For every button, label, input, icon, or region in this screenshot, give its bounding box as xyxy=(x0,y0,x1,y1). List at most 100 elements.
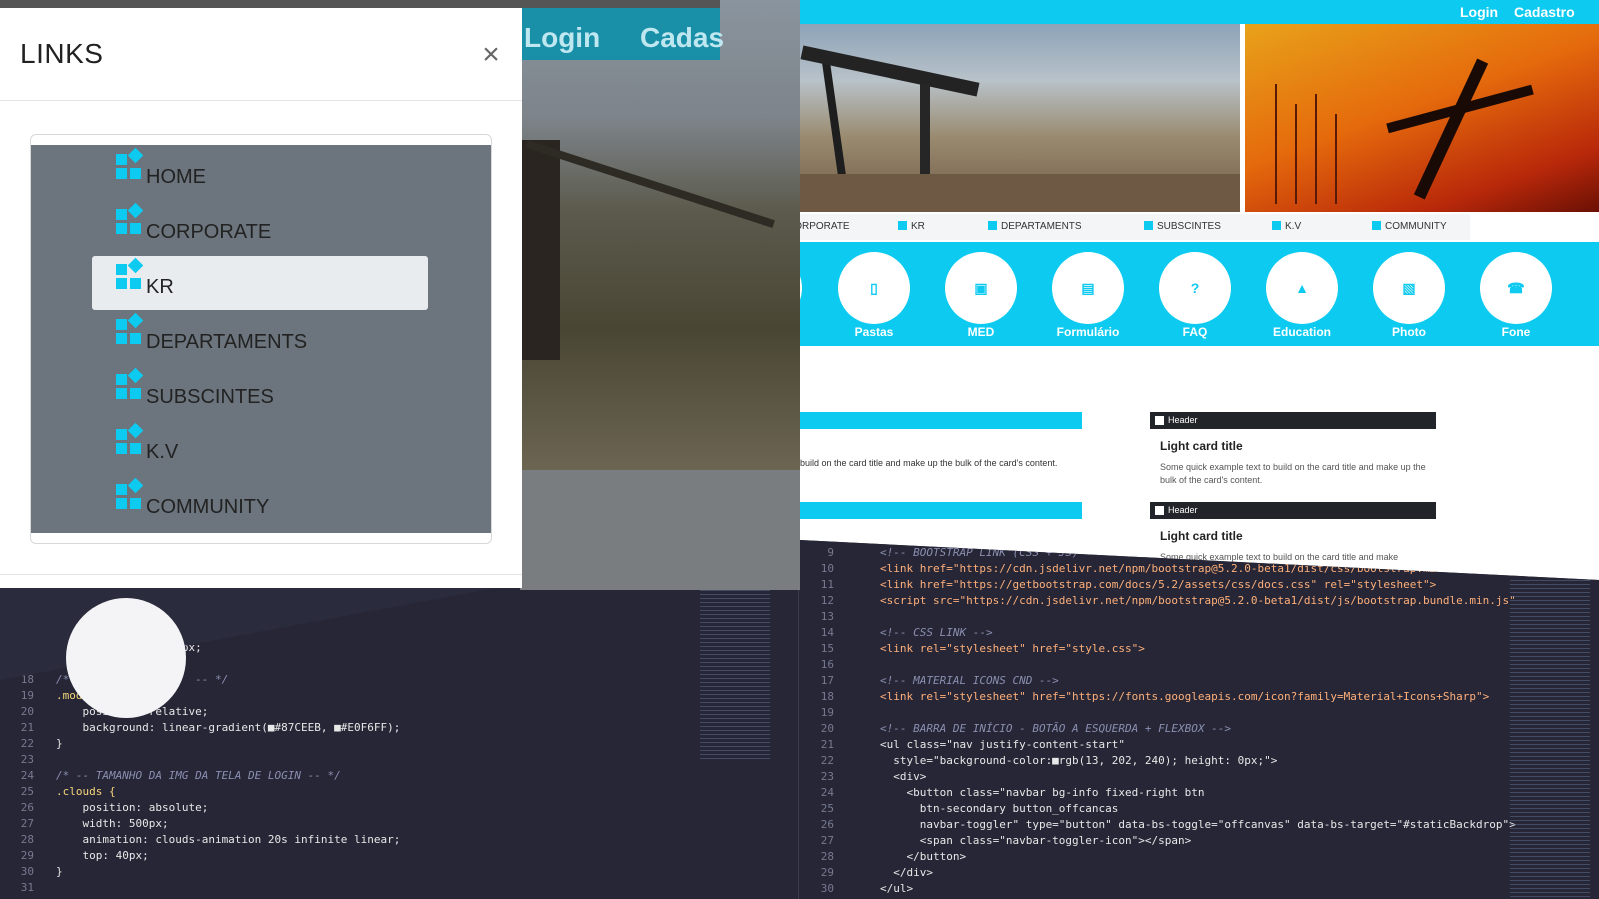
window-top-strip xyxy=(0,0,720,8)
line-number: 17 xyxy=(820,674,834,687)
menu-item-label: CORPORATE xyxy=(146,221,272,243)
code-line[interactable]: <!-- CSS LINK --> xyxy=(880,626,993,639)
card-header-bar xyxy=(790,412,1082,429)
menu-item-label: COMMUNITY xyxy=(146,496,270,518)
shortcut-button-education[interactable]: ▲ xyxy=(1266,252,1338,324)
menu-item-k-v[interactable]: K.V xyxy=(92,421,428,475)
code-line[interactable]: <link rel="stylesheet" href="style.css"> xyxy=(880,642,1145,655)
code-line[interactable]: <link href="https://getbootstrap.com/doc… xyxy=(880,578,1436,591)
menu-item-departaments[interactable]: DEPARTAMENTS xyxy=(92,311,428,365)
code-line[interactable]: </div> xyxy=(880,866,933,879)
card-header-bar xyxy=(790,502,1082,519)
menu-item-kr[interactable]: KR xyxy=(92,256,428,310)
line-number: 11 xyxy=(820,578,834,591)
code-line[interactable]: width: 500px; xyxy=(56,817,168,830)
code-line[interactable]: <button class="navbar bg-info fixed-righ… xyxy=(880,786,1204,799)
line-number: 17 xyxy=(20,657,34,670)
offcanvas-panel: LINKS × HOME CORPORATE KR DEPARTAMENTS SUBSC… xyxy=(0,8,522,588)
shortcut-label: Fone xyxy=(1501,325,1531,339)
code-line[interactable]: style="background-color:■rgb(13, 202, 24… xyxy=(880,754,1277,767)
site-nav-community[interactable]: COMMUNITY xyxy=(1372,221,1447,232)
widgets-icon xyxy=(1272,221,1281,230)
code-line[interactable]: } xyxy=(56,865,63,878)
code-line[interactable]: </button> xyxy=(880,850,966,863)
line-number: 24 xyxy=(20,769,34,782)
offcanvas-title: LINKS xyxy=(20,38,104,69)
site-cadastro-link[interactable]: Cadastro xyxy=(1514,4,1575,20)
card-header: Header xyxy=(1168,505,1198,515)
line-number: 24 xyxy=(820,786,834,799)
widgets-icon xyxy=(116,147,144,180)
line-number: 12 xyxy=(820,594,834,607)
widgets-icon xyxy=(1372,221,1381,230)
shortcut-button-faq[interactable]: ? xyxy=(1159,252,1231,324)
menu-item-home[interactable]: HOME xyxy=(92,146,428,200)
code-line[interactable]: .clouds { xyxy=(56,785,116,798)
menu-item-community[interactable]: COMMUNITY xyxy=(92,476,428,530)
line-number: 28 xyxy=(20,833,34,846)
shortcut-button-fone[interactable]: ☎ xyxy=(1480,252,1552,324)
line-number: 21 xyxy=(820,738,834,751)
code-line[interactable]: <link rel="stylesheet" href="https://fon… xyxy=(880,690,1489,703)
menu-item-corporate[interactable]: CORPORATE xyxy=(92,201,428,255)
line-number: 28 xyxy=(820,850,834,863)
editor-split-divider[interactable] xyxy=(798,540,799,899)
widgets-icon xyxy=(116,312,144,345)
widgets-icon xyxy=(898,221,907,230)
background-login-link: Login xyxy=(524,22,601,53)
widgets-icon xyxy=(1144,221,1153,230)
code-line[interactable]: <script src="https://cdn.jsdelivr.net/np… xyxy=(880,594,1516,607)
shortcut-label: Education xyxy=(1272,325,1331,339)
editor-minimap[interactable] xyxy=(1510,580,1590,899)
code-line[interactable]: </ul> xyxy=(880,882,913,895)
shortcut-label: Photo xyxy=(1392,325,1426,339)
menu-item-subscintes[interactable]: SUBSCINTES xyxy=(92,366,428,420)
shortcut-button-photo[interactable]: ▧ xyxy=(1373,252,1445,324)
widgets-icon xyxy=(1155,506,1164,515)
code-line[interactable]: <!-- MATERIAL ICONS CND --> xyxy=(880,674,1059,687)
code-line[interactable]: btn-secondary button_offcancas xyxy=(880,802,1119,815)
card-title: Light card title xyxy=(1160,529,1243,543)
site-nav: CORPORATE KR DEPARTAMENTS SUBSCINTES K.V… xyxy=(760,214,1470,240)
code-line[interactable]: background: linear-gradient(■#87CEEB, ■#… xyxy=(56,721,400,734)
shortcut-button-formul-rio[interactable]: ▤ xyxy=(1052,252,1124,324)
code-line[interactable]: } xyxy=(56,737,63,750)
site-nav-kr[interactable]: KR xyxy=(898,221,925,232)
card-text: build on the card title and make up the … xyxy=(800,458,1058,468)
line-number: 18 xyxy=(20,673,34,686)
background-cadastro-link: Cadas xyxy=(640,22,725,53)
widgets-icon xyxy=(116,422,144,455)
code-line[interactable]: <span class="navbar-toggler-icon"></span… xyxy=(880,834,1192,847)
code-line[interactable]: position: absolute; xyxy=(56,801,208,814)
code-line[interactable]: <!-- BARRA DE INÍCIO - BOTÃO A ESQUERDA … xyxy=(880,722,1231,735)
site-login-link[interactable]: Login xyxy=(1460,4,1498,20)
shortcut-button-med[interactable]: ▣ xyxy=(945,252,1017,324)
code-line[interactable]: <div> xyxy=(880,770,926,783)
site-nav-subscintes[interactable]: SUBSCINTES xyxy=(1144,221,1221,232)
site-nav-kv[interactable]: K.V xyxy=(1272,221,1301,232)
card-title: Light card title xyxy=(1160,439,1243,453)
site-nav-departaments[interactable]: DEPARTAMENTS xyxy=(988,221,1082,232)
background-navbar: Login Cadas xyxy=(520,8,724,60)
line-number: 13 xyxy=(820,610,834,623)
line-number: 27 xyxy=(20,817,34,830)
line-number: 22 xyxy=(820,754,834,767)
code-line[interactable]: /* -- TAMANHO DA IMG DA TELA DE LOGIN --… xyxy=(56,769,341,782)
line-number: 26 xyxy=(20,801,34,814)
line-number: 15 xyxy=(820,642,834,655)
code-line[interactable]: navbar-toggler" type="button" data-bs-to… xyxy=(880,818,1516,831)
line-number: 14 xyxy=(820,626,834,639)
shortcut-button-pastas[interactable]: ▯ xyxy=(838,252,910,324)
line-number: 22 xyxy=(20,737,34,750)
menu-item-label: SUBSCINTES xyxy=(146,386,274,408)
code-line[interactable]: top: 40px; xyxy=(56,849,148,862)
line-number: 23 xyxy=(820,770,834,783)
line-number: 9 xyxy=(827,546,834,559)
code-line[interactable]: <ul class="nav justify-content-start" xyxy=(880,738,1125,751)
line-number: 18 xyxy=(820,690,834,703)
shortcut-label: FAQ xyxy=(1182,325,1208,339)
line-number: 20 xyxy=(820,722,834,735)
code-line[interactable]: animation: clouds-animation 20s infinite… xyxy=(56,833,400,846)
site-topbar: Login Cadastro xyxy=(720,0,1599,24)
close-icon[interactable]: × xyxy=(478,40,504,70)
